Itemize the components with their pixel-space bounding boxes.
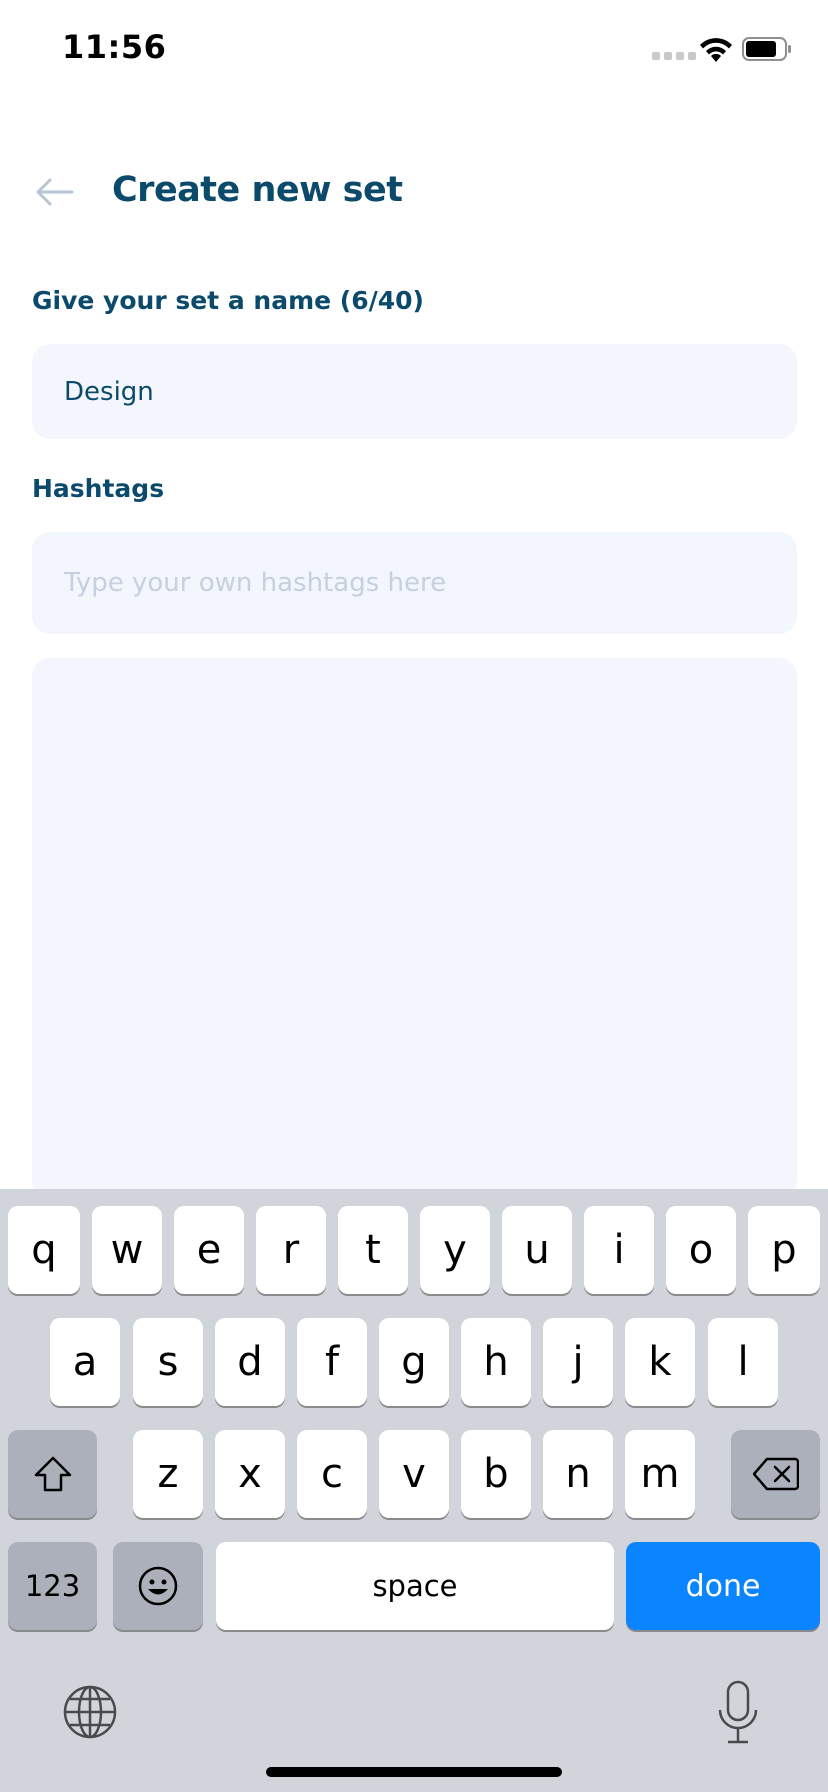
key-z[interactable]: z <box>133 1430 203 1518</box>
key-y[interactable]: y <box>420 1206 490 1294</box>
wifi-icon <box>700 38 732 62</box>
key-d[interactable]: d <box>215 1318 285 1406</box>
key-w[interactable]: w <box>92 1206 162 1294</box>
key-c[interactable]: c <box>297 1430 367 1518</box>
key-j[interactable]: j <box>543 1318 613 1406</box>
key-q[interactable]: q <box>8 1206 80 1294</box>
back-button[interactable] <box>30 172 78 212</box>
keyboard: q w e r t y u i o p a s d f g h j k l z … <box>0 1189 828 1792</box>
key-n[interactable]: n <box>543 1430 613 1518</box>
key-o[interactable]: o <box>666 1206 736 1294</box>
status-time: 11:56 <box>62 28 167 66</box>
globe-icon[interactable] <box>62 1684 118 1740</box>
key-x[interactable]: x <box>215 1430 285 1518</box>
emoji-icon <box>138 1566 178 1606</box>
key-k[interactable]: k <box>625 1318 695 1406</box>
emoji-key[interactable] <box>113 1542 203 1630</box>
status-bar: 11:56 <box>0 0 828 100</box>
shift-key[interactable] <box>8 1430 97 1518</box>
space-key[interactable]: space <box>216 1542 614 1630</box>
key-i[interactable]: i <box>584 1206 654 1294</box>
page-title: Create new set <box>112 170 403 210</box>
delete-key[interactable] <box>731 1430 820 1518</box>
key-g[interactable]: g <box>379 1318 449 1406</box>
microphone-icon[interactable] <box>716 1680 760 1746</box>
hashtags-list-area <box>32 658 797 1198</box>
key-m[interactable]: m <box>625 1430 695 1518</box>
cellular-signal-icon <box>652 52 696 60</box>
key-t[interactable]: t <box>338 1206 408 1294</box>
numbers-key[interactable]: 123 <box>8 1542 97 1630</box>
key-v[interactable]: v <box>379 1430 449 1518</box>
key-e[interactable]: e <box>174 1206 244 1294</box>
key-r[interactable]: r <box>256 1206 326 1294</box>
set-name-input[interactable] <box>32 344 797 439</box>
done-key[interactable]: done <box>626 1542 820 1630</box>
battery-icon <box>742 37 791 61</box>
key-s[interactable]: s <box>133 1318 203 1406</box>
hashtags-input[interactable] <box>32 532 797 634</box>
key-f[interactable]: f <box>297 1318 367 1406</box>
key-u[interactable]: u <box>502 1206 572 1294</box>
key-l[interactable]: l <box>708 1318 778 1406</box>
backspace-icon <box>752 1457 799 1491</box>
key-b[interactable]: b <box>461 1430 531 1518</box>
key-h[interactable]: h <box>461 1318 531 1406</box>
name-field-label: Give your set a name (6/40) <box>32 286 424 315</box>
arrow-left-icon <box>36 178 74 206</box>
hashtags-field-label: Hashtags <box>32 474 165 503</box>
key-p[interactable]: p <box>748 1206 820 1294</box>
home-indicator <box>266 1767 562 1777</box>
key-a[interactable]: a <box>50 1318 120 1406</box>
shift-arrow-icon <box>34 1456 71 1492</box>
